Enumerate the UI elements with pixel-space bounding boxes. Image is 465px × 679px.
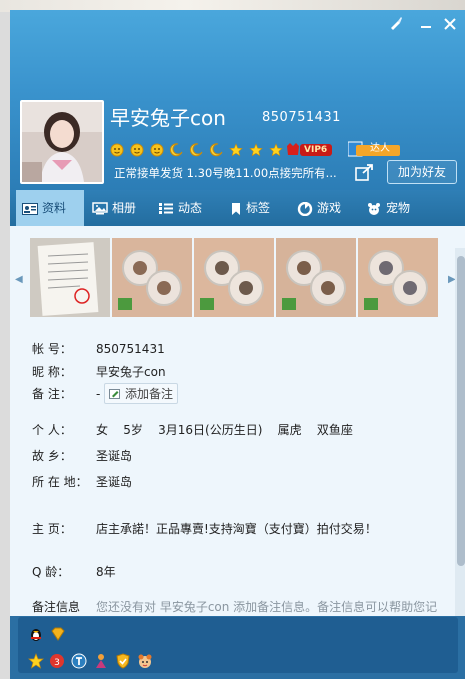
- add-remark-button[interactable]: 添加备注: [104, 383, 179, 404]
- star-icon: [249, 142, 263, 156]
- homepage-label: 主 页：: [32, 522, 72, 536]
- remark-value: -: [96, 387, 101, 401]
- add-friend-button[interactable]: 加为好友: [387, 160, 457, 184]
- profile-window: 早安兔子con 850751431 VIP6 达人 正常接单发货 1.30号晚1…: [10, 10, 465, 679]
- diamond-icon[interactable]: [50, 626, 66, 642]
- photo-thumbnail[interactable]: [194, 238, 274, 317]
- location-label: 所 在 地：: [32, 475, 88, 489]
- feed-icon: [159, 203, 173, 214]
- homepage-value[interactable]: 店主承諾！正品專賣!支持洶寶（支付寶）拍付交易！: [96, 522, 377, 536]
- level-icons[interactable]: [110, 142, 285, 158]
- tab-profile[interactable]: 资料: [16, 190, 84, 226]
- tab-tags[interactable]: 标签: [230, 190, 270, 226]
- service-icons-bar: 3: [18, 617, 458, 673]
- star-icon: [229, 142, 243, 156]
- skin-brush-icon[interactable]: [386, 16, 406, 36]
- hometown-row: 故 乡： 圣诞岛: [32, 447, 132, 464]
- personal-label: 个 人：: [32, 423, 72, 437]
- qage-value: 8年: [96, 565, 116, 579]
- qage-label: Q 龄：: [32, 565, 70, 579]
- profile-card-icon: [22, 202, 38, 215]
- daren-badge[interactable]: 达人: [347, 140, 400, 158]
- game-icon: [297, 201, 313, 216]
- tab-label: 动态: [178, 201, 203, 215]
- remark-info-label: 备注信息: [32, 600, 81, 614]
- tab-label: 游戏: [317, 201, 342, 215]
- photo-thumbnail[interactable]: [358, 238, 438, 317]
- tab-label: 标签: [246, 201, 271, 215]
- tab-bar: 资料 相册 动态 标签 游戏 宠物: [10, 190, 465, 226]
- daren-label: 达人: [370, 143, 390, 154]
- location-value: 圣诞岛: [96, 475, 133, 489]
- qage-row: Q 龄： 8年: [32, 563, 116, 580]
- moon-icon: [190, 142, 203, 156]
- edit-note-icon: [109, 389, 121, 399]
- tab-feed[interactable]: 动态: [158, 190, 202, 226]
- security-shield-icon[interactable]: [115, 653, 131, 669]
- photo-icon: [92, 202, 108, 215]
- tab-pets[interactable]: 宠物: [366, 190, 410, 226]
- photo-strip: [30, 238, 440, 318]
- homepage-row: 主 页： 店主承諾！正品專賣!支持洶寶（支付寶）拍付交易！: [32, 520, 377, 537]
- photos-prev-arrow[interactable]: ◀: [15, 274, 23, 285]
- add-remark-label: 添加备注: [125, 387, 174, 401]
- moon-icon: [170, 142, 183, 156]
- remark-row: 备 注： - 添加备注: [32, 383, 179, 404]
- tab-album[interactable]: 相册: [92, 190, 136, 226]
- personal-value: 女 5岁 3月16日(公历生日) 属虎 双鱼座: [96, 423, 353, 437]
- pet-icon: [368, 202, 380, 215]
- star-badge-icon[interactable]: [28, 653, 44, 669]
- account-value: 850751431: [96, 342, 165, 356]
- remark-info-row: 备注信息 您还没有对 早安兔子con 添加备注信息。备注信息可以帮助您记: [32, 598, 437, 615]
- tab-label: 宠物: [386, 201, 411, 215]
- nickname: 早安兔子con: [110, 106, 226, 130]
- photo-thumbnail[interactable]: [112, 238, 192, 317]
- bookmark-icon: [232, 202, 240, 215]
- star-icon: [268, 142, 283, 156]
- location-row: 所 在 地： 圣诞岛: [32, 473, 132, 490]
- close-button[interactable]: [440, 16, 460, 36]
- account-label: 帐 号：: [32, 342, 72, 356]
- signature: 正常接单发货 1.30号晚11.00点接完所有...: [114, 166, 337, 180]
- minimize-button[interactable]: [416, 16, 436, 36]
- dancer-icon[interactable]: [93, 653, 109, 669]
- avatar[interactable]: [20, 100, 104, 184]
- sun-icon: [130, 143, 144, 156]
- hometown-value: 圣诞岛: [96, 449, 133, 463]
- nickname-value: 早安兔子con: [96, 365, 166, 379]
- account-row: 帐 号： 850751431: [32, 340, 165, 357]
- sun-icon: [110, 143, 124, 156]
- red-diamond-level-icon[interactable]: 3: [49, 653, 65, 669]
- remark-label: 备 注：: [32, 387, 72, 401]
- share-icon[interactable]: [355, 163, 375, 181]
- photo-thumbnail[interactable]: [30, 238, 110, 317]
- pet-face-icon[interactable]: [137, 653, 153, 669]
- nickname-label: 昵 称：: [32, 365, 72, 379]
- moon-icon: [210, 142, 223, 156]
- shield-t-icon[interactable]: [71, 653, 87, 669]
- sun-icon: [150, 143, 164, 156]
- personal-row: 个 人： 女 5岁 3月16日(公历生日) 属虎 双鱼座: [32, 421, 353, 438]
- profile-content: ◀ ▶ 帐 号： 850751431 昵 称： 早安兔子con 备 注： - 添…: [10, 226, 465, 616]
- hometown-label: 故 乡：: [32, 449, 72, 463]
- remark-info-value: 您还没有对 早安兔子con 添加备注信息。备注信息可以帮助您记: [96, 600, 438, 614]
- nickname-row: 昵 称： 早安兔子con: [32, 363, 166, 380]
- tab-games[interactable]: 游戏: [297, 190, 341, 226]
- scrollbar-thumb[interactable]: [457, 256, 465, 566]
- vip-badge[interactable]: VIP6: [286, 143, 332, 157]
- photo-thumbnail[interactable]: [276, 238, 356, 317]
- qq-number: 850751431: [262, 110, 341, 125]
- svg-text:3: 3: [54, 658, 60, 668]
- tab-label: 相册: [112, 201, 137, 215]
- penguin-icon[interactable]: [28, 626, 44, 642]
- vip-label: VIP6: [304, 145, 328, 155]
- tab-label: 资料: [42, 201, 67, 215]
- profile-header: 早安兔子con 850751431 VIP6 达人 正常接单发货 1.30号晚1…: [10, 10, 465, 190]
